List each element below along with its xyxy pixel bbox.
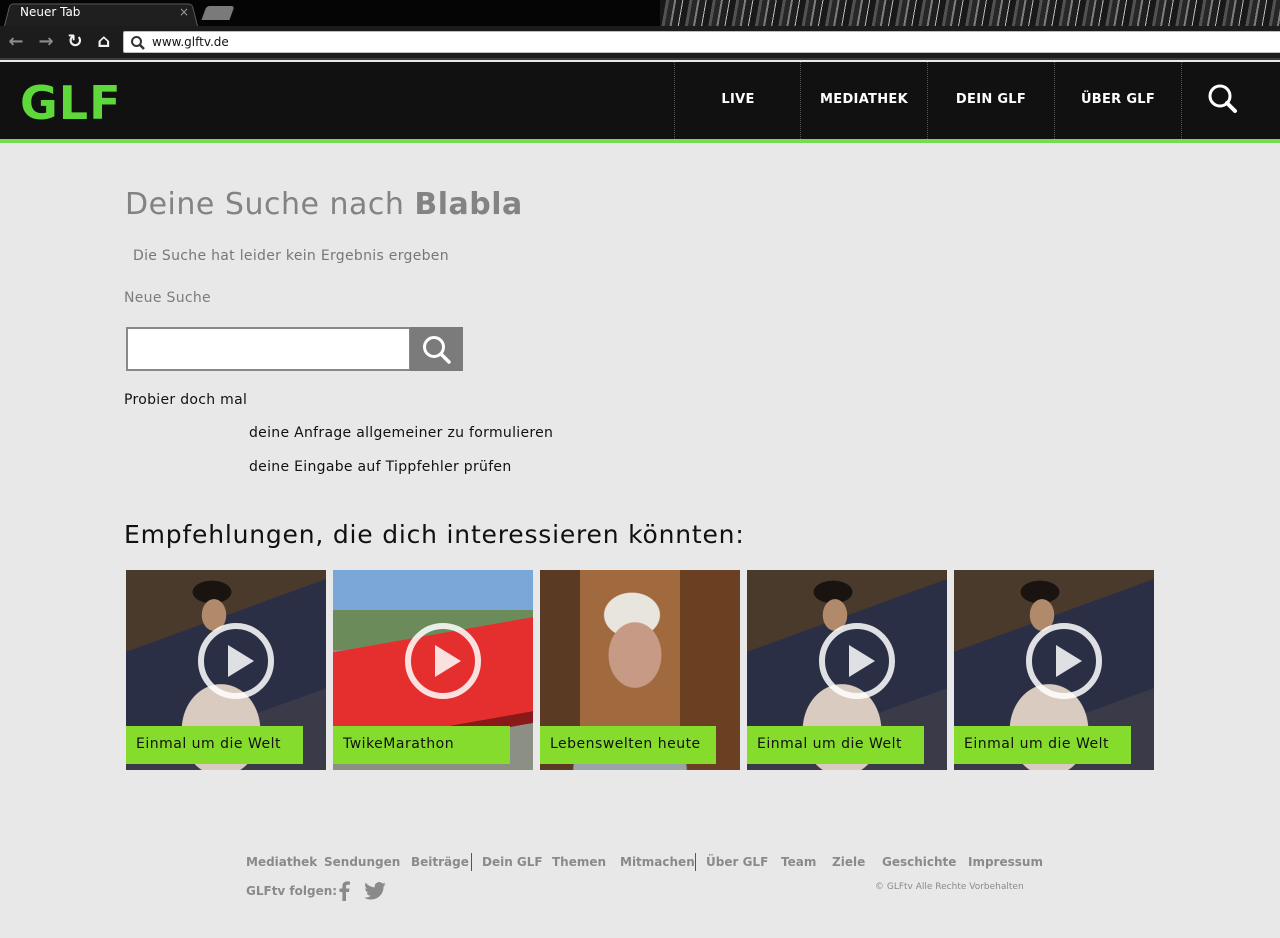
footer-link-beitraege[interactable]: Beiträge (411, 855, 469, 869)
play-icon[interactable] (819, 623, 895, 699)
nav-ueber-glf[interactable]: ÜBER GLF (1054, 62, 1181, 139)
address-bar-url: www.glftv.de (152, 35, 229, 49)
site-header: GLF LIVE MEDIATHEK DEIN GLF ÜBER GLF (0, 62, 1280, 139)
facebook-icon[interactable] (338, 881, 350, 901)
footer-divider (695, 853, 696, 871)
recommendation-card[interactable]: Einmal um die Welt (954, 570, 1154, 770)
nav-dein-glf[interactable]: DEIN GLF (927, 62, 1054, 139)
footer-link-geschichte[interactable]: Geschichte (882, 855, 956, 869)
tab-close-icon[interactable]: × (179, 5, 189, 19)
no-result-message: Die Suche hat leider kein Ergebnis ergeb… (133, 248, 449, 264)
suggestion-item: deine Anfrage allgemeiner zu formulieren (249, 425, 554, 441)
footer-link-mitmachen[interactable]: Mitmachen (620, 855, 695, 869)
footer-link-dein-glf[interactable]: Dein GLF (482, 855, 543, 869)
page-title: Deine Suche nach Blabla (125, 187, 523, 222)
twitter-icon[interactable] (364, 882, 386, 900)
reload-icon[interactable]: ↻ (65, 32, 85, 52)
footer-link-impressum[interactable]: Impressum (968, 855, 1043, 869)
footer-link-sendungen[interactable]: Sendungen (324, 855, 400, 869)
page-title-prefix: Deine Suche nach (125, 187, 415, 222)
search-icon (131, 36, 145, 50)
follow-label: GLFtv folgen: (246, 884, 338, 898)
address-bar[interactable]: www.glftv.de (123, 31, 1280, 53)
recommendation-card[interactable]: Lebenswelten heute (540, 570, 740, 770)
play-icon[interactable] (1026, 623, 1102, 699)
search-input[interactable] (128, 329, 409, 369)
suggestion-intro: Probier doch mal (124, 392, 248, 408)
search-submit-button[interactable] (410, 327, 463, 371)
new-tab-button[interactable] (201, 6, 235, 20)
browser-toolbar: ← → ↻ ⌂ www.glftv.de (0, 26, 1280, 60)
card-label[interactable]: Lebenswelten heute (540, 726, 716, 764)
footer-link-ueber-glf[interactable]: Über GLF (706, 855, 768, 869)
forward-icon[interactable]: → (36, 32, 56, 52)
back-icon[interactable]: ← (6, 32, 26, 52)
new-search-label: Neue Suche (124, 290, 211, 306)
card-label[interactable]: Einmal um die Welt (747, 726, 924, 764)
browser-tab-bar: Neuer Tab × (0, 0, 1280, 26)
home-icon[interactable]: ⌂ (94, 32, 114, 52)
recommendation-card[interactable]: Einmal um die Welt (747, 570, 947, 770)
footer-divider (471, 853, 472, 871)
copyright-text: © GLFtv Alle Rechte Vorbehalten (875, 882, 1024, 892)
recommendations-heading: Empfehlungen, die dich interessieren kön… (124, 520, 745, 549)
recommendation-card[interactable]: TwikeMarathon (333, 570, 533, 770)
glf-logo[interactable]: GLF (20, 76, 122, 130)
card-label[interactable]: Einmal um die Welt (126, 726, 303, 764)
play-icon[interactable] (405, 623, 481, 699)
search-icon (1208, 84, 1237, 113)
card-label[interactable]: TwikeMarathon (333, 726, 510, 764)
footer-link-ziele[interactable]: Ziele (832, 855, 865, 869)
card-label[interactable]: Einmal um die Welt (954, 726, 1131, 764)
recommendation-card[interactable]: Einmal um die Welt (126, 570, 326, 770)
play-icon[interactable] (198, 623, 274, 699)
footer-link-mediathek[interactable]: Mediathek (246, 855, 317, 869)
search-field[interactable] (126, 327, 411, 371)
tab-bar-background (660, 0, 1280, 26)
nav-live[interactable]: LIVE (674, 62, 801, 139)
header-search-button[interactable] (1181, 62, 1280, 139)
tab-title[interactable]: Neuer Tab (20, 5, 80, 19)
search-icon (423, 336, 451, 364)
nav-mediathek[interactable]: MEDIATHEK (800, 62, 927, 139)
footer-link-themen[interactable]: Themen (552, 855, 606, 869)
footer-link-team[interactable]: Team (781, 855, 816, 869)
search-query: Blabla (414, 187, 523, 222)
suggestion-item: deine Eingabe auf Tippfehler prüfen (249, 459, 512, 475)
header-accent-line (0, 139, 1280, 143)
